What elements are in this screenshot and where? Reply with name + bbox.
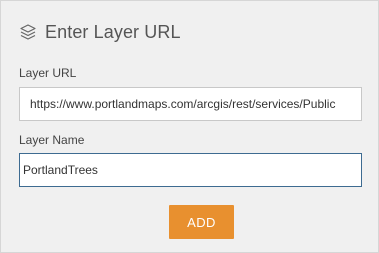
panel-header: Enter Layer URL <box>19 20 181 44</box>
panel-title: Enter Layer URL <box>45 21 181 42</box>
layer-name-label: Layer Name <box>19 133 85 147</box>
add-button[interactable]: ADD <box>169 205 234 239</box>
layers-icon <box>19 23 37 41</box>
layer-url-label: Layer URL <box>19 66 77 80</box>
layer-name-input[interactable] <box>19 153 362 187</box>
enter-layer-url-panel: Enter Layer URL Layer URL Layer Name ADD <box>0 0 379 253</box>
layer-url-input[interactable] <box>19 87 362 121</box>
